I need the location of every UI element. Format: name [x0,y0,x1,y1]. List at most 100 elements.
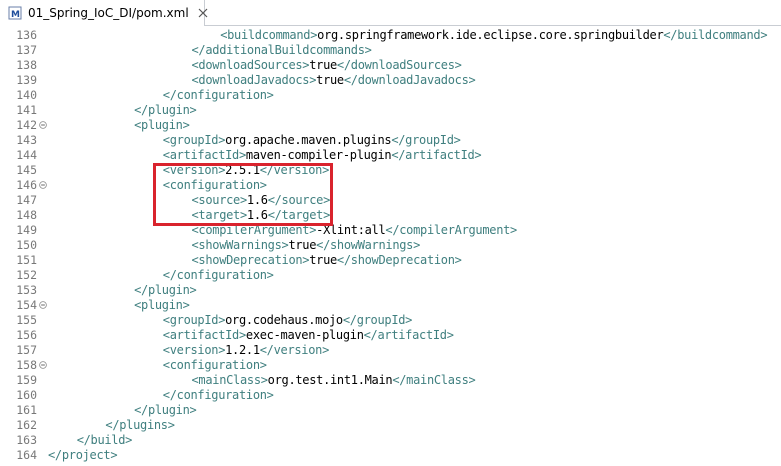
code-content: </plugin> [134,103,197,118]
code-line[interactable]: 152 </configuration> [0,268,781,283]
fold-collapse-icon[interactable] [39,181,47,189]
fold-collapse-icon[interactable] [39,121,47,129]
xml-text-value: 1.6 [246,193,268,207]
code-content: </project> [48,448,118,463]
xml-close-tag: </mainClass> [392,373,476,387]
code-content: <source>1.6</source> [192,193,331,208]
code-line[interactable]: 164 </project> [0,448,781,463]
code-line[interactable]: 157 <version>1.2.1</version> [0,343,781,358]
code-line[interactable]: 158 <configuration> [0,358,781,373]
line-number: 151 [16,253,37,267]
code-content: </configuration> [163,388,274,403]
code-content: <target>1.6</target> [192,208,331,223]
line-number: 141 [16,103,37,117]
xml-text-value: true [309,253,337,267]
code-line[interactable]: 163 </build> [0,433,781,448]
xml-text-value: org.codehaus.mojo [225,313,343,327]
code-line[interactable]: 155 <groupId>org.codehaus.mojo</groupId> [0,313,781,328]
xml-open-tag: <downloadSources> [191,58,310,72]
code-line[interactable]: 162 </plugins> [0,418,781,433]
xml-text-value: org.apache.maven.plugins [225,133,392,147]
code-content: </plugins> [105,418,175,433]
code-line[interactable]: 149 <compilerArgument>-Xlint:all</compile… [0,223,781,238]
code-content: <configuration> [163,178,267,193]
code-line[interactable]: 142 <plugin> [0,118,781,133]
line-number: 159 [16,373,37,387]
xml-text-value: true [316,73,344,87]
xml-open-tag: <artifactId> [162,328,246,342]
xml-close-tag: </showWarnings> [316,238,421,252]
code-line[interactable]: 160 </configuration> [0,388,781,403]
xml-open-tag: <compilerArgument> [191,223,317,237]
code-line[interactable]: 156 <artifactId>exec-maven-plugin</artifa… [0,328,781,343]
code-content: <version>2.5.1</version> [163,163,330,178]
close-icon[interactable] [198,7,208,19]
fold-collapse-icon[interactable] [39,361,47,369]
xml-text-value: -Xlint:all [316,223,386,237]
xml-open-tag: <version> [162,343,226,357]
line-number: 137 [16,43,37,57]
xml-close-tag: </compilerArgument> [385,223,517,237]
code-line[interactable]: 140 </configuration> [0,88,781,103]
xml-open-tag: <target> [191,208,248,222]
line-number: 153 [16,283,37,297]
editor-tab-bar: M 01_Spring_IoC_DI/pom.xml [0,0,781,26]
xml-open-tag: </project> [48,448,118,462]
code-line[interactable]: 141 </plugin> [0,103,781,118]
code-line[interactable]: 144 <artifactId>maven-compiler-plugin</ar… [0,148,781,163]
code-line[interactable]: 138 <downloadSources>true</downloadSource… [0,58,781,73]
line-number: 143 [16,133,37,147]
line-number: 158 [16,358,37,372]
code-line[interactable]: 153 </plugin> [0,283,781,298]
xml-open-tag: </configuration> [162,388,274,402]
code-content: <downloadSources>true</downloadSources> [192,58,462,73]
xml-open-tag: <downloadJavadocs> [191,73,317,87]
code-line[interactable]: 151 <showDeprecation>true</showDeprecatio… [0,253,781,268]
fold-collapse-icon[interactable] [39,301,47,309]
code-line[interactable]: 159 <mainClass>org.test.int1.Main</mainCl… [0,373,781,388]
line-number: 138 [16,58,37,72]
code-line[interactable]: 145 <version>2.5.1</version> [0,163,781,178]
xml-editor[interactable]: 136 <buildcommand>org.springframework.ide… [0,28,781,466]
line-number: 161 [16,403,37,417]
code-line[interactable]: 161 </plugin> [0,403,781,418]
line-number: 152 [16,268,37,282]
line-number: 147 [16,193,37,207]
code-line[interactable]: 147 <source>1.6</source> [0,193,781,208]
xml-close-tag: </downloadJavadocs> [343,73,476,87]
xml-close-tag: </artifactId> [391,148,482,162]
xml-text-value: true [288,238,317,252]
code-line[interactable]: 137 </additionalBuildcommands> [0,43,781,58]
line-number: 139 [16,73,37,87]
code-content: </configuration> [163,268,274,283]
code-content: <artifactId>maven-compiler-plugin</artif… [163,148,482,163]
code-content: <compilerArgument>-Xlint:all</compilerAr… [191,223,518,238]
xml-open-tag: </plugin> [134,103,197,117]
code-line[interactable]: 143 <groupId>org.apache.maven.plugins</gr… [0,133,781,148]
line-number: 162 [16,418,37,432]
line-number: 154 [16,298,37,312]
xml-open-tag: <artifactId> [162,148,246,162]
xml-open-tag: </build> [76,433,133,447]
code-line[interactable]: 148 <target>1.6</target> [0,208,781,223]
code-content: </configuration> [163,88,274,103]
code-content: <configuration> [163,358,267,373]
xml-open-tag: </plugins> [105,418,175,432]
xml-open-tag: </plugin> [134,283,197,297]
code-content: <groupId>org.codehaus.mojo</groupId> [162,313,413,328]
code-line[interactable]: 139 <downloadJavadocs>true</downloadJavad… [0,73,781,88]
xml-close-tag: </version> [259,163,330,177]
code-line[interactable]: 150 <showWarnings>true</showWarnings> [0,238,781,253]
xml-open-tag: <groupId> [162,313,226,327]
code-line[interactable]: 154 <plugin> [0,298,781,313]
code-line[interactable]: 146 <configuration> [0,178,781,193]
code-line[interactable]: 136 <buildcommand>org.springframework.ide… [0,28,781,43]
code-content: <buildcommand>org.springframework.ide.ec… [220,28,767,43]
xml-text-value: true [309,58,337,72]
line-number: 140 [16,88,37,102]
tab-pom-xml[interactable]: M 01_Spring_IoC_DI/pom.xml [0,0,208,26]
xml-open-tag: </configuration> [162,268,274,282]
xml-text-value: org.springframework.ide.eclipse.core.spr… [317,28,664,42]
xml-close-tag: </source> [267,193,331,207]
code-content: <plugin> [134,298,190,313]
